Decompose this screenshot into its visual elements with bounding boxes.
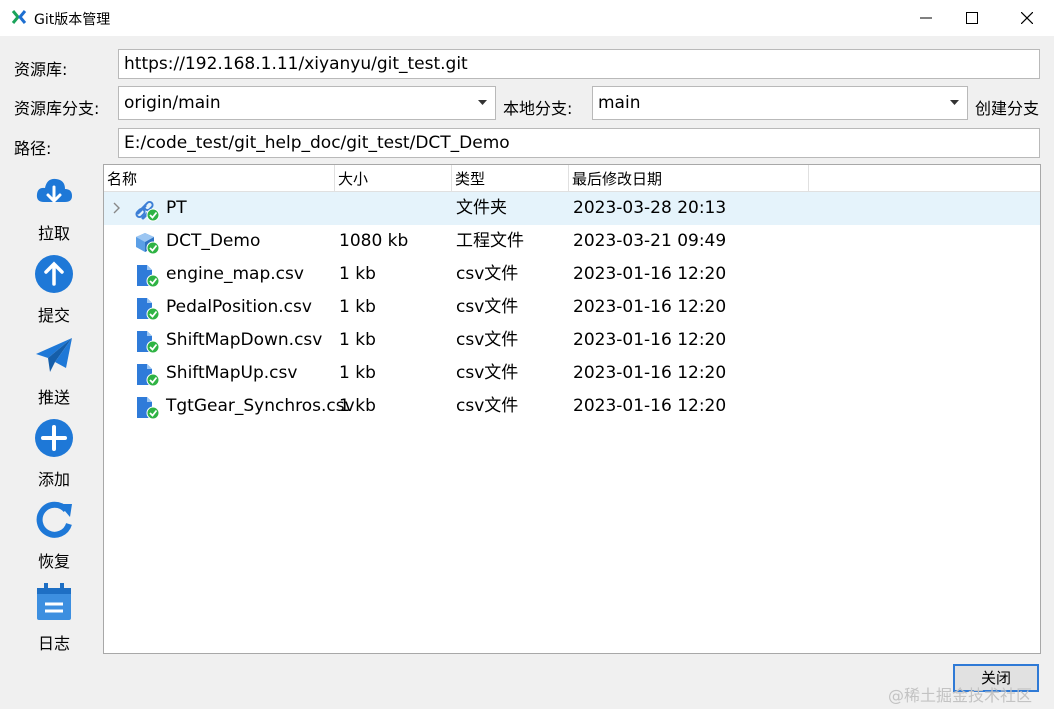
push-button[interactable]: 推送 <box>22 336 86 412</box>
file-check-icon <box>137 331 160 354</box>
file-type: 工程文件 <box>456 231 524 251</box>
maximize-button[interactable] <box>949 0 995 36</box>
remote-branch-value: origin/main <box>124 93 221 113</box>
file-size: 1 kb <box>339 297 376 317</box>
paper-plane-icon <box>36 338 72 372</box>
path-value: E:/code_test/git_help_doc/git_test/DCT_D… <box>124 133 510 153</box>
minimize-button[interactable] <box>903 0 949 36</box>
file-modified: 2023-01-16 12:20 <box>573 363 727 383</box>
commit-button[interactable]: 提交 <box>22 254 86 330</box>
log-button[interactable]: 日志 <box>22 582 86 658</box>
add-button[interactable]: 添加 <box>22 418 86 494</box>
column-header-type[interactable]: 类型 <box>452 165 569 191</box>
table-row[interactable]: engine_map.csv 1 kb csv文件 2023-01-16 12:20 <box>104 258 1040 291</box>
file-name: TgtGear_Synchros.csv <box>166 396 355 416</box>
file-name: DCT_Demo <box>166 231 261 251</box>
file-check-icon <box>137 298 160 321</box>
file-check-icon <box>137 397 160 420</box>
file-name: engine_map.csv <box>166 264 304 284</box>
add-icon <box>35 419 73 457</box>
folder-link-icon <box>135 200 160 222</box>
file-check-icon <box>137 364 160 387</box>
watermark: @稀土掘金技术社区 <box>888 686 1033 705</box>
upload-arrow-icon <box>35 255 73 293</box>
window-title: Git版本管理 <box>34 12 111 28</box>
file-name: ShiftMapUp.csv <box>166 363 298 383</box>
log-icon <box>37 583 71 620</box>
file-name: ShiftMapDown.csv <box>166 330 323 350</box>
close-icon <box>1021 12 1033 24</box>
close-window-button[interactable] <box>1004 0 1050 36</box>
file-check-icon <box>137 265 160 288</box>
create-branch-button[interactable]: 创建分支 <box>975 95 1039 119</box>
file-type: csv文件 <box>456 297 519 317</box>
file-size: 1 kb <box>339 264 376 284</box>
maximize-icon <box>966 12 978 24</box>
app-logo-icon <box>11 10 27 24</box>
path-label: 路径: <box>14 139 52 158</box>
file-name: PedalPosition.csv <box>166 297 312 317</box>
remote-branch-label: 资源库分支: <box>14 99 100 118</box>
chevron-down-icon <box>950 100 959 105</box>
file-modified: 2023-01-16 12:20 <box>573 330 727 350</box>
file-size: 1 kb <box>339 330 376 350</box>
local-branch-value: main <box>598 93 641 113</box>
file-type: csv文件 <box>456 396 519 416</box>
file-type: csv文件 <box>456 330 519 350</box>
table-row[interactable]: ShiftMapUp.csv 1 kb csv文件 2023-01-16 12:20 <box>104 357 1040 390</box>
cloud-download-icon <box>36 178 72 204</box>
file-modified: 2023-01-16 12:20 <box>573 396 727 416</box>
column-header-size[interactable]: 大小 <box>335 165 452 191</box>
table-row[interactable]: DCT_Demo 1080 kb 工程文件 2023-03-21 09:49 <box>104 225 1040 258</box>
table-row[interactable]: ShiftMapDown.csv 1 kb csv文件 2023-01-16 12:2… <box>104 324 1040 357</box>
file-size: 1080 kb <box>339 231 409 251</box>
repo-url-field[interactable]: https://192.168.1.11/xiyanyu/git_test.gi… <box>118 49 1040 79</box>
column-header-modified[interactable]: 最后修改日期 <box>569 165 809 191</box>
remote-branch-select[interactable]: origin/main <box>118 86 496 120</box>
chevron-down-icon <box>478 100 487 105</box>
file-list-header: 名称 大小 类型 最后修改日期 <box>104 165 1040 192</box>
local-branch-label: 本地分支: <box>503 99 573 118</box>
local-branch-select[interactable]: main <box>592 86 968 120</box>
file-size: 1 kb <box>339 363 376 383</box>
table-row[interactable]: PT 文件夹 2023-03-28 20:13 <box>104 192 1040 225</box>
column-header-name[interactable]: 名称 <box>104 165 335 191</box>
repo-url-value: https://192.168.1.11/xiyanyu/git_test.gi… <box>124 54 468 74</box>
push-label: 推送 <box>37 388 70 407</box>
restore-label: 恢复 <box>37 552 70 571</box>
refresh-icon <box>36 501 72 538</box>
repo-label: 资源库: <box>14 60 68 79</box>
path-field[interactable]: E:/code_test/git_help_doc/git_test/DCT_D… <box>118 128 1040 158</box>
project-cube-icon <box>136 233 160 255</box>
file-type: csv文件 <box>456 363 519 383</box>
pull-label: 拉取 <box>37 224 70 243</box>
file-modified: 2023-01-16 12:20 <box>573 297 727 317</box>
table-row[interactable]: TgtGear_Synchros.csv 1 kb csv文件 2023-01-16 … <box>104 390 1040 423</box>
add-label: 添加 <box>37 470 70 489</box>
file-size: 1 kb <box>339 396 376 416</box>
title-bar: Git版本管理 <box>0 0 1054 36</box>
file-modified: 2023-01-16 12:20 <box>573 264 727 284</box>
restore-button[interactable]: 恢复 <box>22 500 86 576</box>
log-label: 日志 <box>37 634 70 653</box>
file-list[interactable]: 名称 大小 类型 最后修改日期 PT 文件夹 2023-03-28 20:13 DCT… <box>103 164 1041 654</box>
pull-button[interactable]: 拉取 <box>22 172 86 248</box>
commit-label: 提交 <box>37 306 70 325</box>
table-row[interactable]: PedalPosition.csv 1 kb csv文件 2023-01-16 12:… <box>104 291 1040 324</box>
file-type: csv文件 <box>456 264 519 284</box>
file-modified: 2023-03-21 09:49 <box>573 231 727 251</box>
chevron-right-icon[interactable] <box>112 201 122 215</box>
file-type: 文件夹 <box>456 198 507 218</box>
minimize-icon <box>920 17 932 19</box>
file-modified: 2023-03-28 20:13 <box>573 198 727 218</box>
file-name: PT <box>166 198 187 218</box>
